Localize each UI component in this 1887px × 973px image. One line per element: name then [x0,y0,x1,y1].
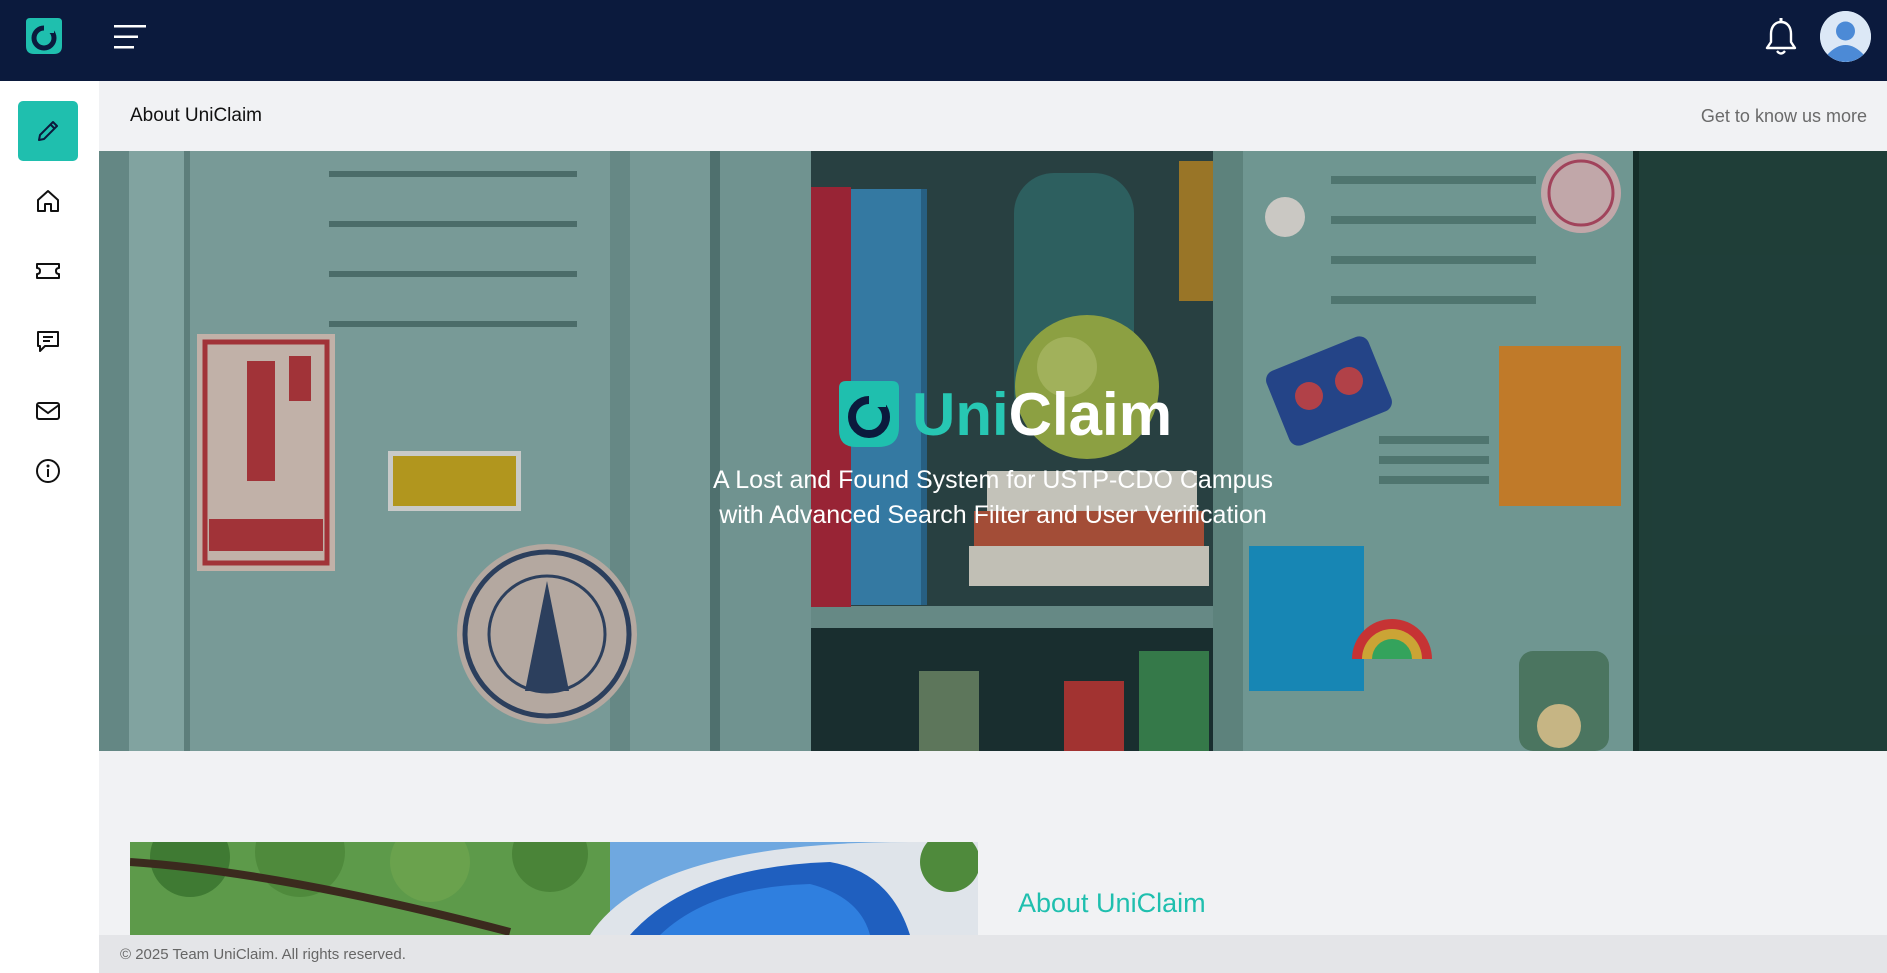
sidebar-item-mail[interactable] [18,381,78,441]
hero-banner: Uni Claim A Lost and Found System for UST… [99,151,1887,751]
campus-building-image [130,842,978,935]
sidebar [0,81,99,973]
user-avatar-icon[interactable] [1820,11,1871,62]
page-header: About UniClaim Get to know us more [99,81,1887,151]
sidebar-item-tickets[interactable] [18,241,78,301]
uniclaim-logo-icon [839,381,899,447]
sidebar-item-create-report[interactable] [18,101,78,161]
sidebar-item-home[interactable] [18,171,78,231]
brand-name-claim: Claim [1008,380,1173,448]
hero-brand: Uni Claim [836,376,1172,452]
footer-copyright: © 2025 Team UniClaim. All rights reserve… [120,946,406,963]
ticket-icon [36,263,60,279]
bell-icon[interactable] [1764,18,1798,56]
get-to-know-us-link[interactable]: Get to know us more [1701,106,1867,127]
uniclaim-logo-icon[interactable] [24,16,64,56]
hero-subtitle-line-2: with Advanced Search Filter and User Ver… [719,501,1267,529]
top-navbar [0,0,1887,81]
hamburger-menu-icon[interactable] [114,24,146,50]
about-heading: About UniClaim [1018,888,1206,918]
pencil-icon [38,121,58,141]
sidebar-item-about[interactable] [18,441,78,501]
sidebar-item-messages[interactable] [18,311,78,371]
hero-subtitle: A Lost and Found System for USTP-CDO Cam… [593,463,1393,533]
info-icon [36,459,60,483]
message-icon [37,331,59,352]
mail-icon [36,402,60,420]
hero-subtitle-line-1: A Lost and Found System for USTP-CDO Cam… [713,466,1273,494]
brand-name-uni: Uni [912,380,1009,448]
page-title: About UniClaim [130,105,262,126]
home-icon [37,190,59,212]
about-section: About UniClaim [99,751,1887,935]
footer: © 2025 Team UniClaim. All rights reserve… [99,935,1887,973]
